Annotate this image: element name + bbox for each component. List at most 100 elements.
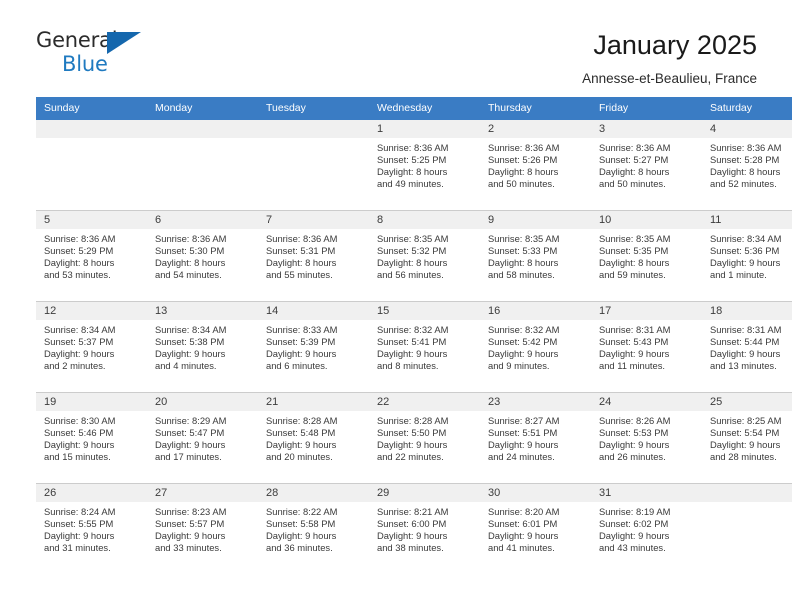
daylight-text-line1: Daylight: 9 hours	[599, 529, 670, 541]
day-cell-content: 12 Sunrise: 8:34 AM Sunset: 5:37 PM Dayligh…	[36, 301, 147, 392]
daylight-text-line1: Daylight: 9 hours	[488, 438, 559, 450]
day-sun-info: Sunrise: 8:33 AM Sunset: 5:39 PM Daylight:…	[258, 320, 369, 372]
logo-triangle-icon	[107, 32, 141, 54]
day-sun-info: Sunrise: 8:31 AM Sunset: 5:44 PM Daylight:…	[702, 320, 792, 372]
weekday-header-friday: Friday	[591, 96, 702, 120]
daylight-text-line2: and 41 minutes.	[488, 541, 555, 553]
weekday-header-monday: Monday	[147, 96, 258, 120]
calendar-cell-empty	[147, 119, 258, 211]
sunrise-text: Sunrise: 8:30 AM	[44, 414, 116, 426]
day-sun-info: Sunrise: 8:36 AM Sunset: 5:28 PM Daylight:…	[702, 138, 792, 190]
calendar-day-cell[interactable]: 31 Sunrise: 8:19 AM Sunset: 6:02 PM Dayligh…	[591, 482, 702, 574]
daylight-text-line2: and 2 minutes.	[44, 359, 106, 371]
day-number: 9	[480, 210, 591, 229]
day-cell-content: 24 Sunrise: 8:26 AM Sunset: 5:53 PM Dayligh…	[591, 392, 702, 483]
calendar-day-cell[interactable]: 18 Sunrise: 8:31 AM Sunset: 5:44 PM Dayligh…	[702, 300, 792, 393]
day-cell-content: 4 Sunrise: 8:36 AM Sunset: 5:28 PM Daylight…	[702, 119, 792, 210]
calendar-day-cell[interactable]: 12 Sunrise: 8:34 AM Sunset: 5:37 PM Dayligh…	[36, 300, 147, 393]
calendar-day-cell[interactable]: 20 Sunrise: 8:29 AM Sunset: 5:47 PM Dayligh…	[147, 391, 258, 484]
daylight-text-line2: and 43 minutes.	[599, 541, 666, 553]
day-sun-info: Sunrise: 8:36 AM Sunset: 5:26 PM Daylight:…	[480, 138, 591, 190]
calendar-day-cell[interactable]: 19 Sunrise: 8:30 AM Sunset: 5:46 PM Dayligh…	[36, 391, 147, 484]
sunrise-text: Sunrise: 8:26 AM	[599, 414, 671, 426]
calendar-day-cell[interactable]: 14 Sunrise: 8:33 AM Sunset: 5:39 PM Dayligh…	[258, 300, 369, 393]
calendar-day-cell[interactable]: 8 Sunrise: 8:35 AM Sunset: 5:32 PM Daylight…	[369, 209, 480, 302]
daylight-text-line1: Daylight: 9 hours	[710, 347, 781, 359]
day-cell-content: 5 Sunrise: 8:36 AM Sunset: 5:29 PM Daylight…	[36, 210, 147, 301]
calendar-day-cell[interactable]: 11 Sunrise: 8:34 AM Sunset: 5:36 PM Dayligh…	[702, 209, 792, 302]
day-number: 21	[258, 392, 369, 411]
calendar-day-cell[interactable]: 22 Sunrise: 8:28 AM Sunset: 5:50 PM Dayligh…	[369, 391, 480, 484]
day-sun-info: Sunrise: 8:30 AM Sunset: 5:46 PM Daylight:…	[36, 411, 147, 463]
sunrise-text: Sunrise: 8:28 AM	[266, 414, 338, 426]
daylight-text-line2: and 20 minutes.	[266, 450, 333, 462]
day-cell-content: 31 Sunrise: 8:19 AM Sunset: 6:02 PM Dayligh…	[591, 483, 702, 574]
day-sun-info: Sunrise: 8:21 AM Sunset: 6:00 PM Daylight:…	[369, 502, 480, 554]
calendar-day-cell[interactable]: 21 Sunrise: 8:28 AM Sunset: 5:48 PM Dayligh…	[258, 391, 369, 484]
sunrise-text: Sunrise: 8:34 AM	[710, 232, 782, 244]
general-blue-logo[interactable]: General Blue	[36, 28, 151, 80]
calendar-day-cell[interactable]: 24 Sunrise: 8:26 AM Sunset: 5:53 PM Dayligh…	[591, 391, 702, 484]
daylight-text-line1: Daylight: 8 hours	[488, 165, 559, 177]
daylight-text-line2: and 49 minutes.	[377, 177, 444, 189]
sunrise-text: Sunrise: 8:36 AM	[488, 141, 560, 153]
daylight-text-line1: Daylight: 9 hours	[44, 347, 115, 359]
day-sun-info: Sunrise: 8:31 AM Sunset: 5:43 PM Daylight:…	[591, 320, 702, 372]
calendar-day-cell[interactable]: 23 Sunrise: 8:27 AM Sunset: 5:51 PM Dayligh…	[480, 391, 591, 484]
sunset-text: Sunset: 6:01 PM	[488, 517, 558, 529]
calendar-day-cell[interactable]: 6 Sunrise: 8:36 AM Sunset: 5:30 PM Daylight…	[147, 209, 258, 302]
daylight-text-line2: and 33 minutes.	[155, 541, 222, 553]
calendar-day-cell[interactable]: 25 Sunrise: 8:25 AM Sunset: 5:54 PM Dayligh…	[702, 391, 792, 484]
calendar-day-cell[interactable]: 28 Sunrise: 8:22 AM Sunset: 5:58 PM Dayligh…	[258, 482, 369, 574]
day-sun-info: Sunrise: 8:32 AM Sunset: 5:42 PM Daylight:…	[480, 320, 591, 372]
day-cell-content: 20 Sunrise: 8:29 AM Sunset: 5:47 PM Dayligh…	[147, 392, 258, 483]
sunset-text: Sunset: 5:31 PM	[266, 244, 336, 256]
day-cell-content: 29 Sunrise: 8:21 AM Sunset: 6:00 PM Dayligh…	[369, 483, 480, 574]
day-number: 24	[591, 392, 702, 411]
calendar-day-cell[interactable]: 9 Sunrise: 8:35 AM Sunset: 5:33 PM Daylight…	[480, 209, 591, 302]
calendar-day-cell[interactable]: 16 Sunrise: 8:32 AM Sunset: 5:42 PM Dayligh…	[480, 300, 591, 393]
day-number: 30	[480, 483, 591, 502]
daylight-text-line2: and 38 minutes.	[377, 541, 444, 553]
sunrise-text: Sunrise: 8:36 AM	[44, 232, 116, 244]
sunset-text: Sunset: 5:29 PM	[44, 244, 114, 256]
day-number: 1	[369, 119, 480, 138]
daylight-text-line1: Daylight: 9 hours	[155, 529, 226, 541]
calendar-day-cell[interactable]: 1 Sunrise: 8:36 AM Sunset: 5:25 PM Daylight…	[369, 119, 480, 211]
calendar-day-cell[interactable]: 5 Sunrise: 8:36 AM Sunset: 5:29 PM Daylight…	[36, 209, 147, 302]
calendar-header-row: Sunday Monday Tuesday Wednesday Thursday…	[36, 96, 792, 120]
calendar-cell-empty	[702, 482, 792, 574]
daylight-text-line1: Daylight: 9 hours	[710, 438, 781, 450]
calendar-day-cell[interactable]: 10 Sunrise: 8:35 AM Sunset: 5:35 PM Dayligh…	[591, 209, 702, 302]
sunrise-text: Sunrise: 8:36 AM	[155, 232, 227, 244]
daylight-text-line2: and 36 minutes.	[266, 541, 333, 553]
day-number: 27	[147, 483, 258, 502]
calendar-day-cell[interactable]: 29 Sunrise: 8:21 AM Sunset: 6:00 PM Dayligh…	[369, 482, 480, 574]
page-header: General Blue January 2025 Annesse-et-Bea…	[0, 0, 792, 86]
day-cell-content	[258, 119, 369, 210]
calendar-day-cell[interactable]: 30 Sunrise: 8:20 AM Sunset: 6:01 PM Dayligh…	[480, 482, 591, 574]
day-number: 17	[591, 301, 702, 320]
day-number: 10	[591, 210, 702, 229]
sunrise-text: Sunrise: 8:35 AM	[599, 232, 671, 244]
calendar-day-cell[interactable]: 15 Sunrise: 8:32 AM Sunset: 5:41 PM Dayligh…	[369, 300, 480, 393]
sunrise-text: Sunrise: 8:19 AM	[599, 505, 671, 517]
calendar-day-cell[interactable]: 7 Sunrise: 8:36 AM Sunset: 5:31 PM Daylight…	[258, 209, 369, 302]
calendar-day-cell[interactable]: 26 Sunrise: 8:24 AM Sunset: 5:55 PM Dayligh…	[36, 482, 147, 574]
calendar-day-cell[interactable]: 13 Sunrise: 8:34 AM Sunset: 5:38 PM Dayligh…	[147, 300, 258, 393]
daylight-text-line1: Daylight: 9 hours	[710, 256, 781, 268]
calendar-day-cell[interactable]: 27 Sunrise: 8:23 AM Sunset: 5:57 PM Dayligh…	[147, 482, 258, 574]
sunrise-text: Sunrise: 8:20 AM	[488, 505, 560, 517]
day-cell-content: 18 Sunrise: 8:31 AM Sunset: 5:44 PM Dayligh…	[702, 301, 792, 392]
calendar-day-cell[interactable]: 2 Sunrise: 8:36 AM Sunset: 5:26 PM Daylight…	[480, 119, 591, 211]
logo-text-general: General	[36, 28, 118, 52]
calendar-day-cell[interactable]: 4 Sunrise: 8:36 AM Sunset: 5:28 PM Daylight…	[702, 119, 792, 211]
sunset-text: Sunset: 5:50 PM	[377, 426, 447, 438]
day-sun-info: Sunrise: 8:34 AM Sunset: 5:38 PM Daylight:…	[147, 320, 258, 372]
calendar-day-cell[interactable]: 3 Sunrise: 8:36 AM Sunset: 5:27 PM Daylight…	[591, 119, 702, 211]
sunrise-text: Sunrise: 8:27 AM	[488, 414, 560, 426]
day-cell-content: 26 Sunrise: 8:24 AM Sunset: 5:55 PM Dayligh…	[36, 483, 147, 574]
sunrise-text: Sunrise: 8:34 AM	[44, 323, 116, 335]
calendar-day-cell[interactable]: 17 Sunrise: 8:31 AM Sunset: 5:43 PM Dayligh…	[591, 300, 702, 393]
calendar-cell-empty	[258, 119, 369, 211]
